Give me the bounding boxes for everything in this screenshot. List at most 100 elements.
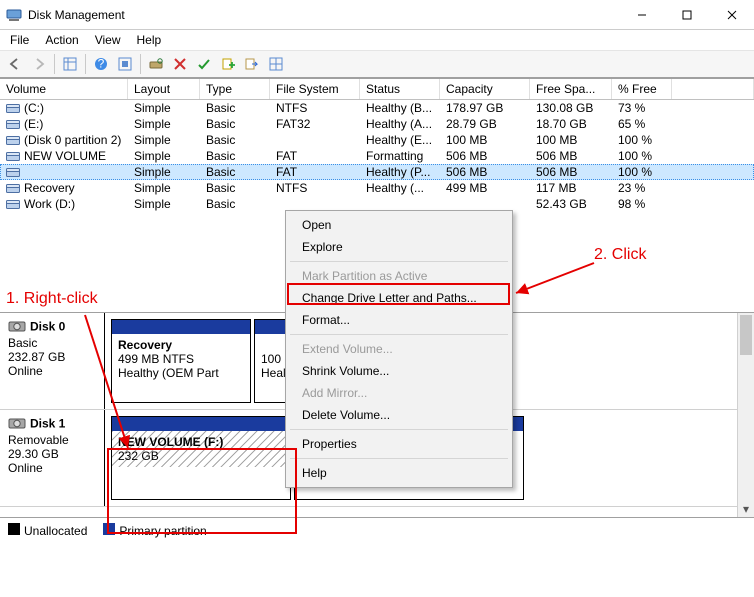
ctx-sep [290, 429, 508, 430]
volume-row[interactable]: NEW VOLUMESimpleBasicFATFormatting506 MB… [0, 148, 754, 164]
volume-icon [6, 136, 20, 146]
cell-volume: Recovery [0, 180, 128, 196]
help-icon[interactable]: ? [90, 53, 112, 75]
cell-volume: (E:) [0, 116, 128, 132]
cell-free: 117 MB [530, 180, 612, 196]
volume-icon [6, 152, 20, 162]
disk-icon [8, 416, 26, 433]
cell-fs: FAT32 [270, 116, 360, 132]
annotation-step2: 2. Click [594, 246, 646, 264]
cell-pct: 100 % [612, 164, 672, 180]
menu-view[interactable]: View [89, 31, 127, 49]
cell-free: 506 MB [530, 148, 612, 164]
settings-icon[interactable] [114, 53, 136, 75]
cell-free: 52.43 GB [530, 196, 612, 212]
partition-stripe [112, 417, 290, 431]
cell-status: Healthy (... [360, 180, 440, 196]
ctx-change-drive-letter[interactable]: Change Drive Letter and Paths... [288, 287, 510, 309]
cell-layout: Simple [128, 164, 200, 180]
cell-layout: Simple [128, 180, 200, 196]
cell-pct: 100 % [612, 132, 672, 148]
volume-row[interactable]: (Disk 0 partition 2)SimpleBasicHealthy (… [0, 132, 754, 148]
column-headers: Volume Layout Type File System Status Ca… [0, 79, 754, 100]
partition-body: Recovery499 MB NTFSHealthy (OEM Part [112, 334, 250, 384]
back-button[interactable] [4, 53, 26, 75]
refresh-icon[interactable] [145, 53, 167, 75]
volume-icon [6, 104, 20, 114]
ctx-shrink[interactable]: Shrink Volume... [288, 360, 510, 382]
ctx-delete[interactable]: Delete Volume... [288, 404, 510, 426]
col-layout[interactable]: Layout [128, 79, 200, 99]
cell-free: 506 MB [530, 164, 612, 180]
new-icon[interactable] [217, 53, 239, 75]
col-filesystem[interactable]: File System [270, 79, 360, 99]
cell-capacity: 506 MB [440, 164, 530, 180]
close-button[interactable] [709, 0, 754, 29]
toolbar-sep [85, 54, 86, 74]
cell-fs [270, 132, 360, 148]
scroll-thumb[interactable] [740, 315, 752, 355]
menu-file[interactable]: File [4, 31, 35, 49]
cell-free: 18.70 GB [530, 116, 612, 132]
minimize-button[interactable] [619, 0, 664, 29]
volume-list: Volume Layout Type File System Status Ca… [0, 78, 754, 212]
cell-fs: FAT [270, 164, 360, 180]
toolbar-sep [54, 54, 55, 74]
cell-type: Basic [200, 132, 270, 148]
ctx-format[interactable]: Format... [288, 309, 510, 331]
cell-type: Basic [200, 116, 270, 132]
col-status[interactable]: Status [360, 79, 440, 99]
cell-fs: NTFS [270, 180, 360, 196]
ctx-properties[interactable]: Properties [288, 433, 510, 455]
volume-row[interactable]: (E:)SimpleBasicFAT32Healthy (A...28.79 G… [0, 116, 754, 132]
scrollbar[interactable]: ▴ ▾ [737, 313, 754, 517]
toolbar: ? [0, 50, 754, 78]
menu-help[interactable]: Help [131, 31, 168, 49]
volume-row[interactable]: SimpleBasicFATHealthy (P...506 MB506 MB1… [0, 164, 754, 180]
cell-type: Basic [200, 196, 270, 212]
cell-pct: 100 % [612, 148, 672, 164]
col-volume[interactable]: Volume [0, 79, 128, 99]
annotation-arrow-2 [512, 258, 597, 298]
partition[interactable]: NEW VOLUME (F:)232 GB [111, 416, 291, 500]
col-type[interactable]: Type [200, 79, 270, 99]
maximize-button[interactable] [664, 0, 709, 29]
col-capacity[interactable]: Capacity [440, 79, 530, 99]
disk-icon [8, 319, 26, 336]
ctx-open[interactable]: Open [288, 214, 510, 236]
delete-icon[interactable] [169, 53, 191, 75]
cell-status: Healthy (A... [360, 116, 440, 132]
cell-volume [0, 164, 128, 180]
ctx-explore[interactable]: Explore [288, 236, 510, 258]
annotation-step1: 1. Right-click [6, 290, 98, 308]
cell-layout: Simple [128, 196, 200, 212]
view-list-button[interactable] [59, 53, 81, 75]
partition[interactable]: Recovery499 MB NTFSHealthy (OEM Part [111, 319, 251, 403]
cell-free: 100 MB [530, 132, 612, 148]
col-free[interactable]: Free Spa... [530, 79, 612, 99]
action-icon[interactable] [241, 53, 263, 75]
menu-action[interactable]: Action [39, 31, 84, 49]
legend-unallocated: Unallocated [8, 523, 87, 538]
cell-capacity: 499 MB [440, 180, 530, 196]
scroll-down-icon[interactable]: ▾ [738, 500, 754, 517]
cell-status: Healthy (E... [360, 132, 440, 148]
forward-button[interactable] [28, 53, 50, 75]
volume-row[interactable]: (C:)SimpleBasicNTFSHealthy (B...178.97 G… [0, 100, 754, 116]
cell-layout: Simple [128, 148, 200, 164]
check-icon[interactable] [193, 53, 215, 75]
col-pctfree[interactable]: % Free [612, 79, 672, 99]
titlebar: Disk Management [0, 0, 754, 30]
ctx-help[interactable]: Help [288, 462, 510, 484]
col-filler [672, 79, 754, 99]
cell-pct: 98 % [612, 196, 672, 212]
disk-header[interactable]: Disk 1Removable29.30 GBOnline [0, 410, 105, 506]
grid-icon[interactable] [265, 53, 287, 75]
volume-row[interactable]: RecoverySimpleBasicNTFSHealthy (...499 M… [0, 180, 754, 196]
cell-pct: 65 % [612, 116, 672, 132]
cell-pct: 23 % [612, 180, 672, 196]
volume-icon [6, 168, 20, 178]
cell-capacity: 100 MB [440, 132, 530, 148]
disk-header[interactable]: Disk 0Basic232.87 GBOnline [0, 313, 105, 409]
cell-status: Healthy (B... [360, 100, 440, 116]
